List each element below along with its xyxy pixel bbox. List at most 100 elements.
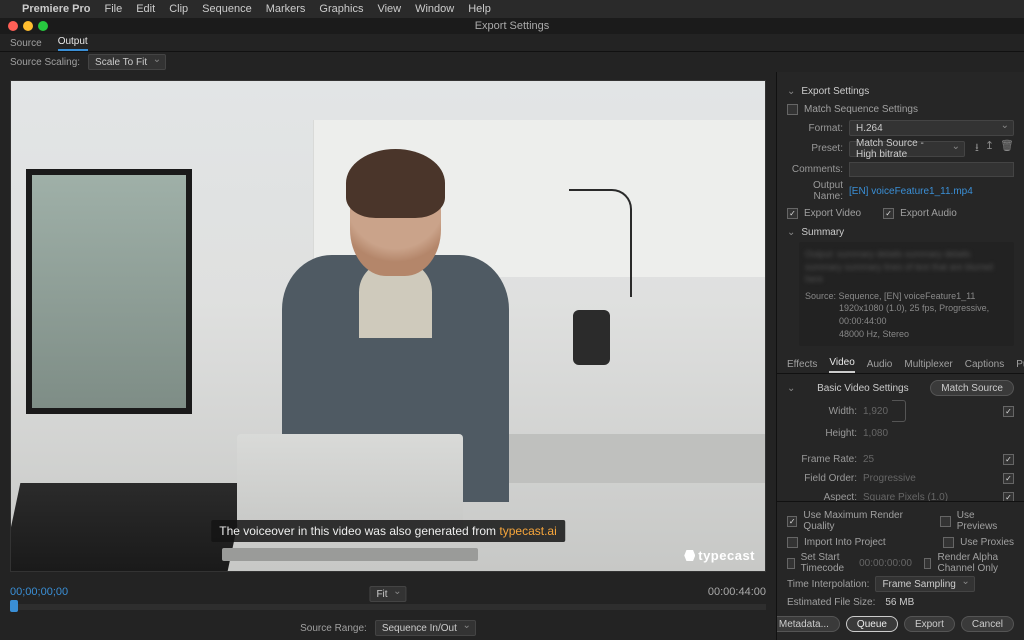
source-range-dropdown[interactable]: Sequence In/Out — [375, 620, 476, 636]
format-dropdown[interactable]: H.264 — [849, 120, 1014, 136]
width-label: Width: — [787, 406, 857, 417]
est-size-value: 56 MB — [885, 597, 914, 608]
preset-label: Preset: — [787, 143, 843, 154]
checkbox-match-aspect[interactable] — [1003, 492, 1014, 501]
metadata-button[interactable]: Metadata... — [776, 616, 840, 632]
window-titlebar: Export Settings — [0, 18, 1024, 34]
label-use-previews: Use Previews — [957, 510, 1014, 532]
menu-sequence[interactable]: Sequence — [202, 3, 252, 15]
window-title: Export Settings — [0, 20, 1024, 32]
label-set-start-tc: Set Start Timecode — [801, 552, 854, 574]
checkbox-match-fieldorder[interactable] — [1003, 473, 1014, 484]
link-dimensions-icon[interactable] — [892, 400, 906, 422]
menu-window[interactable]: Window — [415, 3, 454, 15]
timeline[interactable]: 00;00;00;00 Fit 00:00:44:00 — [10, 586, 766, 614]
tab-publish[interactable]: Publish — [1016, 359, 1024, 373]
video-preview: The voiceover in this video was also gen… — [10, 80, 766, 572]
fieldorder-label: Field Order: — [787, 473, 857, 484]
summary-box: Output: summary details summary details … — [799, 242, 1014, 346]
match-source-button[interactable]: Match Source — [930, 380, 1014, 396]
zoom-fit-dropdown[interactable]: Fit — [369, 586, 406, 602]
tab-source[interactable]: Source — [10, 38, 42, 51]
typecast-logo-icon — [684, 550, 695, 561]
tab-output[interactable]: Output — [58, 36, 88, 51]
preview-caption: The voiceover in this video was also gen… — [211, 520, 565, 542]
est-size-label: Estimated File Size: — [787, 597, 875, 608]
menu-graphics[interactable]: Graphics — [319, 3, 363, 15]
checkbox-match-framerate[interactable] — [1003, 454, 1014, 465]
comments-label: Comments: — [787, 164, 843, 175]
macos-menubar: Premiere Pro File Edit Clip Sequence Mar… — [0, 0, 1024, 18]
comments-input[interactable] — [849, 162, 1014, 177]
cancel-button[interactable]: Cancel — [961, 616, 1014, 632]
checkbox-match-width[interactable] — [1003, 406, 1014, 417]
checkbox-max-quality[interactable] — [787, 516, 797, 527]
menu-clip[interactable]: Clip — [169, 3, 188, 15]
output-name-label: Output Name: — [787, 180, 843, 202]
checkbox-import-project[interactable] — [787, 537, 798, 548]
section-basic-video[interactable]: Basic Video Settings Match Source — [787, 380, 1014, 396]
watermark: typecast — [684, 548, 755, 563]
width-value[interactable]: 1,920 — [863, 406, 888, 417]
label-import-project: Import Into Project — [804, 537, 886, 548]
timecode-start[interactable]: 00;00;00;00 — [10, 586, 68, 598]
menu-app[interactable]: Premiere Pro — [22, 3, 90, 15]
height-value[interactable]: 1,080 — [863, 428, 888, 439]
format-label: Format: — [787, 123, 843, 134]
framerate-value[interactable]: 25 — [863, 454, 874, 465]
menu-help[interactable]: Help — [468, 3, 491, 15]
aspect-value[interactable]: Square Pixels (1.0) — [863, 492, 948, 501]
framerate-label: Frame Rate: — [787, 454, 857, 465]
tab-captions[interactable]: Captions — [965, 359, 1004, 373]
source-scaling-row: Source Scaling: Scale To Fit — [0, 52, 1024, 72]
height-label: Height: — [787, 428, 857, 439]
source-scaling-dropdown[interactable]: Scale To Fit — [88, 54, 166, 70]
output-name-link[interactable]: [EN] voiceFeature1_11.mp4 — [849, 186, 973, 197]
start-tc-value[interactable]: 00:00:00:00 — [859, 558, 912, 569]
label-max-quality: Use Maximum Render Quality — [803, 510, 928, 532]
preview-scene — [11, 81, 765, 571]
delete-preset-icon[interactable]: 🗑 — [1000, 139, 1014, 158]
timeline-track[interactable] — [10, 604, 766, 610]
time-interp-label: Time Interpolation: — [787, 579, 869, 590]
label-use-proxies: Use Proxies — [960, 537, 1014, 548]
source-range-row: Source Range: Sequence In/Out — [10, 616, 766, 640]
menu-markers[interactable]: Markers — [266, 3, 306, 15]
checkbox-export-audio[interactable] — [883, 208, 894, 219]
checkbox-set-start-tc[interactable] — [787, 558, 795, 569]
section-summary[interactable]: Summary — [787, 227, 1014, 238]
queue-button[interactable]: Queue — [846, 616, 898, 632]
settings-tabs: Effects Video Audio Multiplexer Captions… — [777, 352, 1024, 374]
fieldorder-value[interactable]: Progressive — [863, 473, 916, 484]
preview-tabs: Source Output — [0, 34, 1024, 52]
checkbox-render-alpha[interactable] — [924, 558, 932, 569]
tab-audio[interactable]: Audio — [867, 359, 893, 373]
tab-effects[interactable]: Effects — [787, 359, 817, 373]
section-export-settings[interactable]: Export Settings — [787, 86, 1014, 97]
checkbox-match-sequence[interactable] — [787, 104, 798, 115]
menu-view[interactable]: View — [377, 3, 401, 15]
import-preset-icon[interactable]: ↥ — [985, 139, 994, 158]
aspect-label: Aspect: — [787, 492, 857, 501]
playhead-icon[interactable] — [10, 600, 18, 612]
label-export-video: Export Video — [804, 208, 861, 219]
label-match-sequence: Match Sequence Settings — [804, 104, 918, 115]
preset-dropdown[interactable]: Match Source - High bitrate — [849, 141, 965, 157]
tab-multiplexer[interactable]: Multiplexer — [904, 359, 952, 373]
time-interp-dropdown[interactable]: Frame Sampling — [875, 576, 974, 592]
export-panel: Export Settings Match Sequence Settings … — [776, 72, 1024, 640]
checkbox-use-previews[interactable] — [940, 516, 950, 527]
menu-file[interactable]: File — [104, 3, 122, 15]
checkbox-use-proxies[interactable] — [943, 537, 954, 548]
menu-edit[interactable]: Edit — [136, 3, 155, 15]
source-range-label: Source Range: — [300, 623, 367, 634]
checkbox-export-video[interactable] — [787, 208, 798, 219]
timecode-end: 00:00:44:00 — [708, 586, 766, 598]
tab-video[interactable]: Video — [829, 357, 854, 373]
export-footer: Use Maximum Render Quality Use Previews … — [777, 501, 1024, 640]
export-button[interactable]: Export — [904, 616, 955, 632]
label-export-audio: Export Audio — [900, 208, 957, 219]
source-scaling-label: Source Scaling: — [10, 57, 80, 68]
save-preset-icon[interactable]: ⭳ — [975, 139, 979, 158]
label-render-alpha: Render Alpha Channel Only — [937, 552, 1014, 574]
